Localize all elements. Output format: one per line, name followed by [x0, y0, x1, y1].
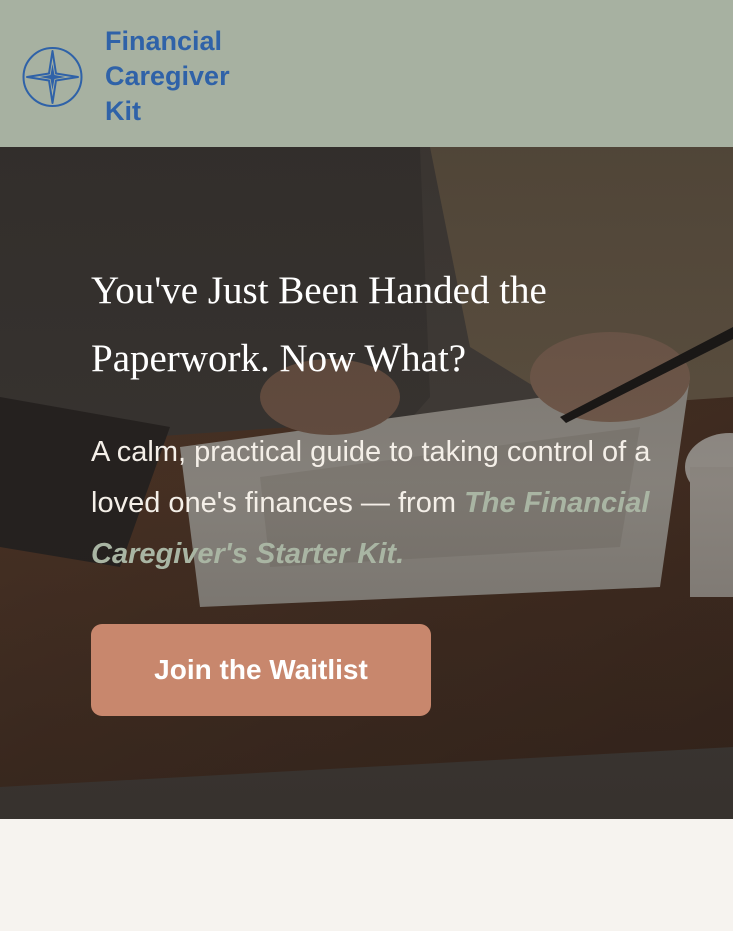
hero-content: You've Just Been Handed the Paperwork. N…	[91, 257, 711, 580]
below-fold-section	[0, 819, 733, 931]
site-header: Financial Caregiver Kit	[0, 0, 733, 147]
brand-name: Financial Caregiver Kit	[105, 24, 255, 129]
hero-title-line: Paperwork. Now What?	[91, 337, 467, 380]
brand-name-line: Financial	[105, 26, 223, 56]
hero-title-line: You've Just Been Handed the	[91, 269, 547, 312]
brand-name-line: Caregiver	[105, 61, 230, 91]
hero-title: You've Just Been Handed the Paperwork. N…	[91, 257, 651, 393]
compass-star-icon	[22, 46, 83, 107]
hero-subtitle: A calm, practical guide to taking contro…	[91, 427, 711, 580]
hero-section: You've Just Been Handed the Paperwork. N…	[0, 147, 733, 819]
brand-logo-link[interactable]: Financial Caregiver Kit	[21, 24, 255, 129]
join-waitlist-button[interactable]: Join the Waitlist	[91, 624, 431, 716]
brand-name-line: Kit	[105, 96, 141, 126]
